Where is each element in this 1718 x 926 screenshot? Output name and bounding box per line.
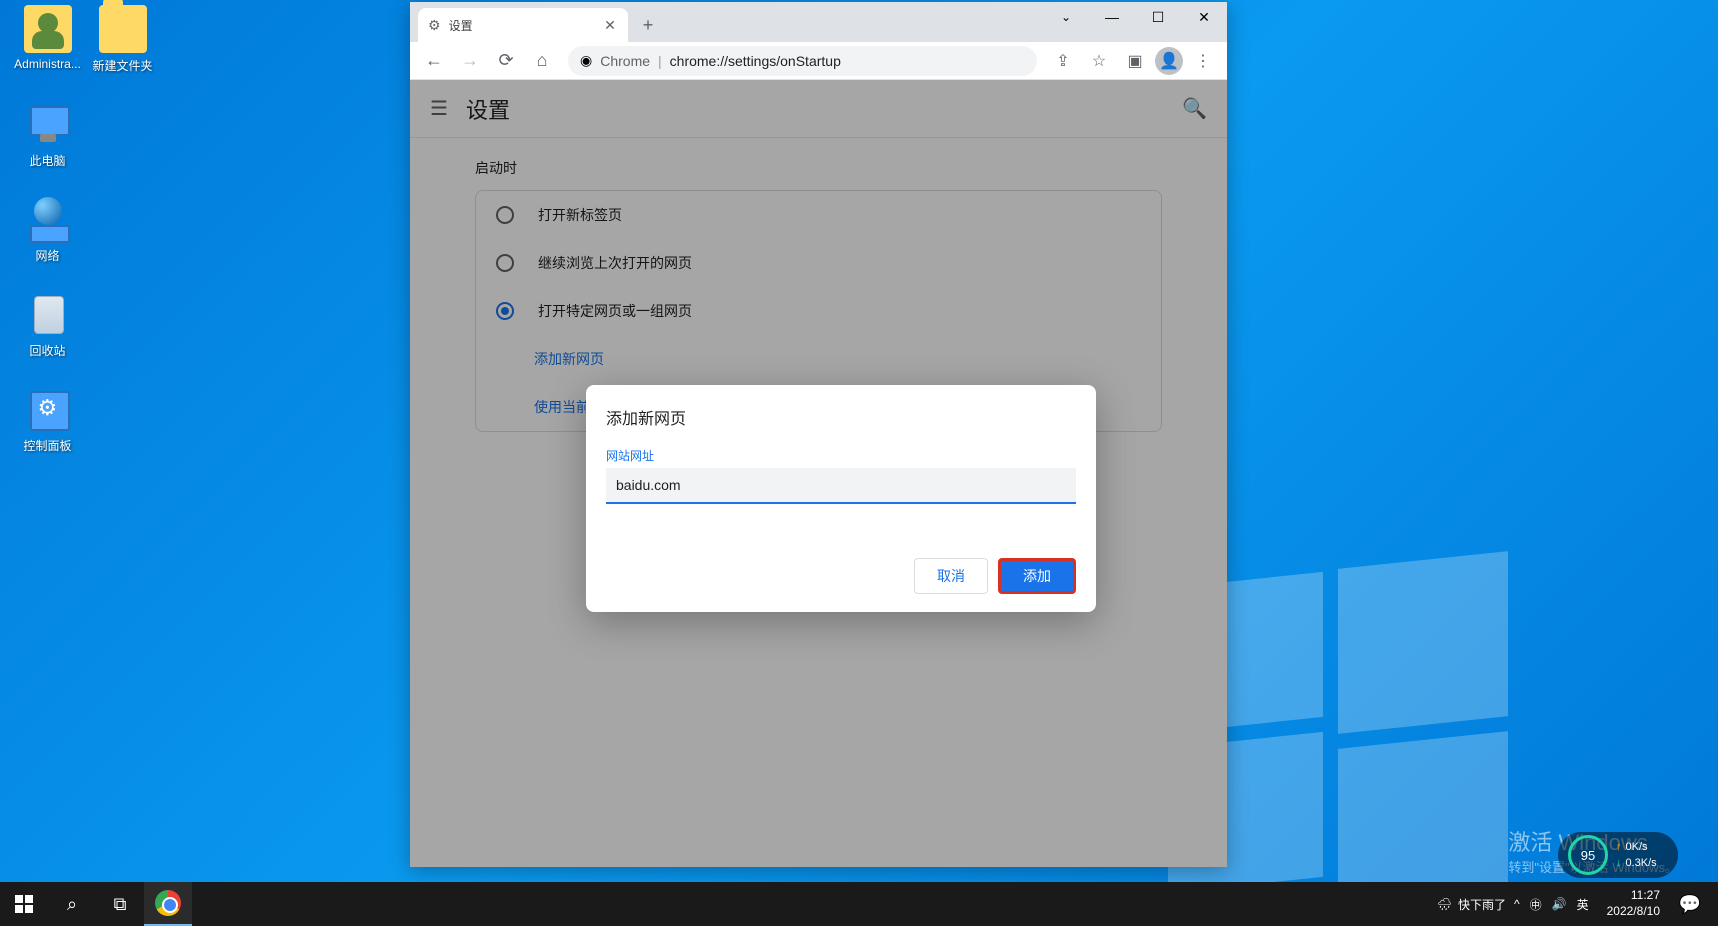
add-button[interactable]: 添加 — [998, 558, 1076, 594]
window-dropdown-button[interactable]: ⌄ — [1043, 2, 1089, 32]
tab-close-icon[interactable]: ✕ — [602, 17, 618, 33]
rain-icon: 🌧 — [1437, 897, 1452, 911]
dialog-title: 添加新网页 — [606, 405, 1076, 429]
desktop-icon-network[interactable]: 网络 — [10, 195, 85, 264]
desktop-icon-control-panel[interactable]: 控制面板 — [10, 385, 85, 454]
notification-center-button[interactable]: 💬 — [1668, 882, 1712, 926]
desktop-icon-administrator[interactable]: Administra... — [10, 5, 85, 71]
gear-icon: ⚙ — [428, 17, 441, 34]
share-icon[interactable]: ⇪ — [1047, 45, 1079, 77]
address-bar[interactable]: ◉ Chrome | chrome://settings/onStartup — [568, 46, 1037, 76]
task-view-button[interactable]: ⧉ — [96, 882, 144, 926]
reading-list-icon[interactable]: ▣ — [1119, 45, 1151, 77]
tray-ime-icon[interactable]: ㊥ — [1530, 896, 1542, 913]
desktop-icon-new-folder[interactable]: 新建文件夹 — [85, 5, 160, 74]
window-minimize-button[interactable]: — — [1089, 2, 1135, 32]
chrome-logo-icon: ◉ — [580, 52, 592, 69]
folder-icon — [99, 5, 147, 53]
window-maximize-button[interactable]: ☐ — [1135, 2, 1181, 32]
taskbar-chrome-button[interactable] — [144, 882, 192, 926]
tray-chevron-icon[interactable]: ^ — [1514, 897, 1520, 911]
menu-kebab-icon[interactable]: ⋮ — [1187, 45, 1219, 77]
taskbar-weather[interactable]: 🌧 快下雨了 — [1437, 896, 1506, 913]
desktop-icon-recycle-bin[interactable]: 回收站 — [10, 290, 85, 359]
tab-title: 设置 — [449, 17, 594, 34]
cpu-percent: 95 — [1568, 835, 1608, 875]
window-close-button[interactable]: ✕ — [1181, 2, 1227, 32]
chrome-toolbar: ← → ⟳ ⌂ ◉ Chrome | chrome://settings/onS… — [410, 42, 1227, 80]
network-icon — [24, 195, 72, 243]
nav-home-button[interactable]: ⌂ — [526, 45, 558, 77]
url-input[interactable] — [606, 468, 1076, 504]
settings-page: ☰ 设置 🔍 启动时 打开新标签页 继续浏览上次打开的网页 — [410, 80, 1227, 867]
bookmark-icon[interactable]: ☆ — [1083, 45, 1115, 77]
nav-back-button[interactable]: ← — [418, 45, 450, 77]
user-folder-icon — [24, 5, 72, 53]
computer-icon — [24, 100, 72, 148]
add-page-dialog: 添加新网页 网站网址 取消 添加 — [586, 385, 1096, 612]
upload-speed: ↑0K/s — [1616, 839, 1657, 856]
nav-reload-button[interactable]: ⟳ — [490, 45, 522, 77]
tray-ime-lang[interactable]: 英 — [1577, 896, 1589, 913]
taskbar-clock[interactable]: 11:27 2022/8/10 — [1607, 888, 1660, 919]
control-panel-icon — [24, 385, 72, 433]
browser-tab-settings[interactable]: ⚙ 设置 ✕ — [418, 8, 628, 42]
chrome-window: ⚙ 设置 ✕ + ⌄ — ☐ ✕ ← → ⟳ ⌂ ◉ Chrome | chro… — [410, 2, 1227, 867]
recycle-bin-icon — [24, 290, 72, 338]
taskbar: ⌕ ⧉ 🌧 快下雨了 ^ ㊥ 🔊 英 11:27 2022/8/10 💬 — [0, 882, 1718, 926]
new-tab-button[interactable]: + — [634, 11, 662, 39]
chrome-icon — [155, 890, 181, 916]
network-monitor-widget[interactable]: 95 ↑0K/s ↓0.3K/s — [1558, 832, 1678, 878]
nav-forward-button: → — [454, 45, 486, 77]
tray-volume-icon[interactable]: 🔊 — [1552, 897, 1567, 911]
field-label-url: 网站网址 — [606, 447, 1076, 464]
chrome-titlebar[interactable]: ⚙ 设置 ✕ + ⌄ — ☐ ✕ — [410, 2, 1227, 42]
profile-avatar-icon[interactable]: 👤 — [1155, 47, 1183, 75]
cancel-button[interactable]: 取消 — [914, 558, 988, 594]
download-speed: ↓0.3K/s — [1616, 855, 1657, 872]
desktop-icon-this-pc[interactable]: 此电脑 — [10, 100, 85, 169]
start-button[interactable] — [0, 882, 48, 926]
taskbar-search-button[interactable]: ⌕ — [48, 882, 96, 926]
